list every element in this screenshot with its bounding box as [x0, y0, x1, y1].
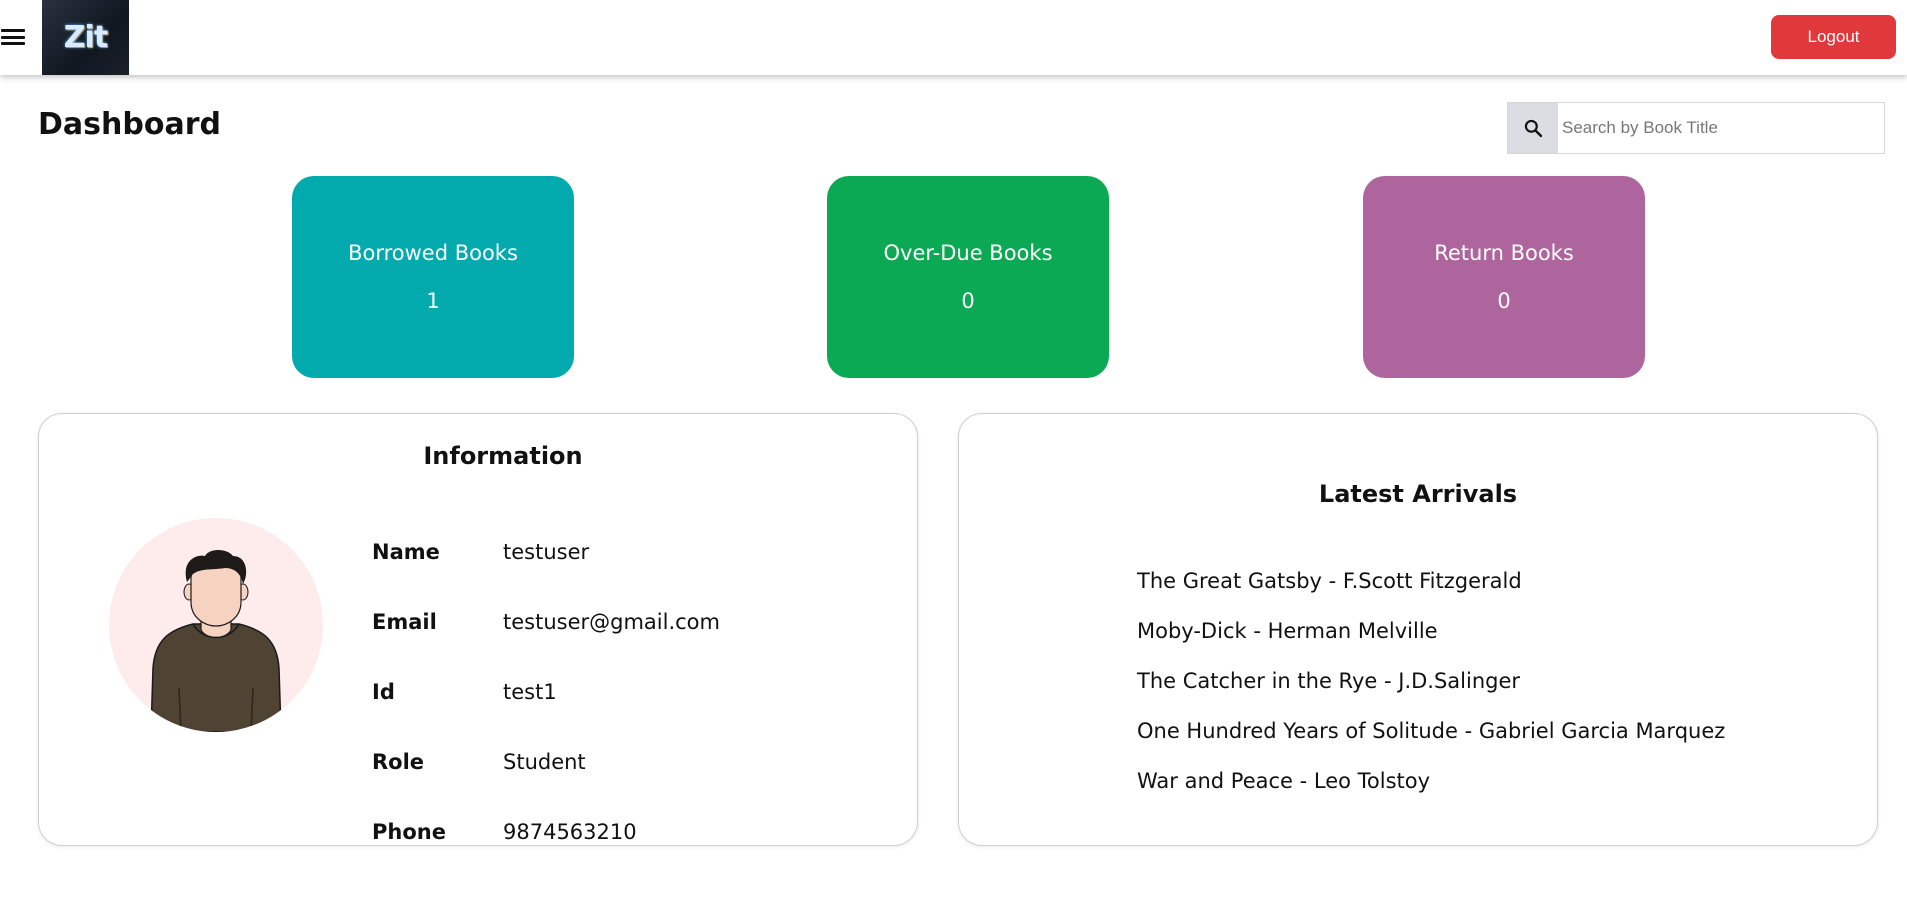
latest-arrivals-list: The Great Gatsby - F.Scott Fitzgerald Mo… — [1137, 556, 1725, 806]
overdue-books-card[interactable]: Over-Due Books 0 — [827, 176, 1109, 378]
info-row-name: Name testuser — [372, 517, 720, 587]
search-bar — [1507, 102, 1885, 154]
info-label-id: Id — [372, 680, 395, 704]
list-item: War and Peace - Leo Tolstoy — [1137, 769, 1431, 793]
info-value-name: testuser — [503, 540, 590, 564]
info-value-phone: 9874563210 — [503, 820, 637, 844]
latest-arrivals-title: Latest Arrivals — [1318, 480, 1518, 508]
overdue-books-count: 0 — [961, 289, 975, 313]
return-books-count: 0 — [1497, 289, 1511, 313]
return-books-card[interactable]: Return Books 0 — [1363, 176, 1645, 378]
avatar — [109, 518, 323, 732]
info-label-role: Role — [372, 750, 425, 774]
info-label-name: Name — [372, 540, 440, 564]
logo-text: Zit — [63, 20, 108, 55]
top-navbar: Zit Logout — [0, 0, 1907, 75]
info-row-id: Id test1 — [372, 657, 720, 727]
info-value-id: test1 — [503, 680, 557, 704]
search-input[interactable] — [1558, 103, 1884, 153]
logout-button[interactable]: Logout — [1771, 15, 1896, 59]
list-item: One Hundred Years of Solitude - Gabriel … — [1137, 719, 1726, 743]
overdue-books-label: Over-Due Books — [883, 241, 1053, 265]
page-title: Dashboard — [38, 107, 221, 142]
info-label-phone: Phone — [372, 820, 446, 844]
list-item: The Catcher in the Rye - J.D.Salinger — [1137, 669, 1521, 693]
latest-arrivals-panel: Latest Arrivals The Great Gatsby - F.Sco… — [958, 413, 1878, 846]
info-value-role: Student — [503, 750, 586, 774]
list-item: Moby-Dick - Herman Melville — [1137, 619, 1438, 643]
borrowed-books-card[interactable]: Borrowed Books 1 — [292, 176, 574, 378]
info-row-phone: Phone 9874563210 — [372, 797, 720, 867]
search-icon — [1524, 119, 1543, 138]
return-books-label: Return Books — [1434, 241, 1574, 265]
info-row-role: Role Student — [372, 727, 720, 797]
information-panel: Information Name testuser Email testuser… — [38, 413, 918, 846]
information-details: Name testuser Email testuser@gmail.com I… — [372, 517, 720, 867]
information-title: Information — [423, 442, 583, 470]
list-item: The Great Gatsby - F.Scott Fitzgerald — [1137, 569, 1522, 593]
borrowed-books-count: 1 — [426, 289, 440, 313]
info-value-email: testuser@gmail.com — [503, 610, 720, 634]
hamburger-menu-icon[interactable] — [0, 26, 26, 48]
user-avatar-icon — [150, 550, 282, 732]
borrowed-books-label: Borrowed Books — [348, 241, 518, 265]
info-row-email: Email testuser@gmail.com — [372, 587, 720, 657]
app-logo[interactable]: Zit — [42, 0, 129, 75]
search-button[interactable] — [1508, 103, 1558, 153]
info-label-email: Email — [372, 610, 437, 634]
